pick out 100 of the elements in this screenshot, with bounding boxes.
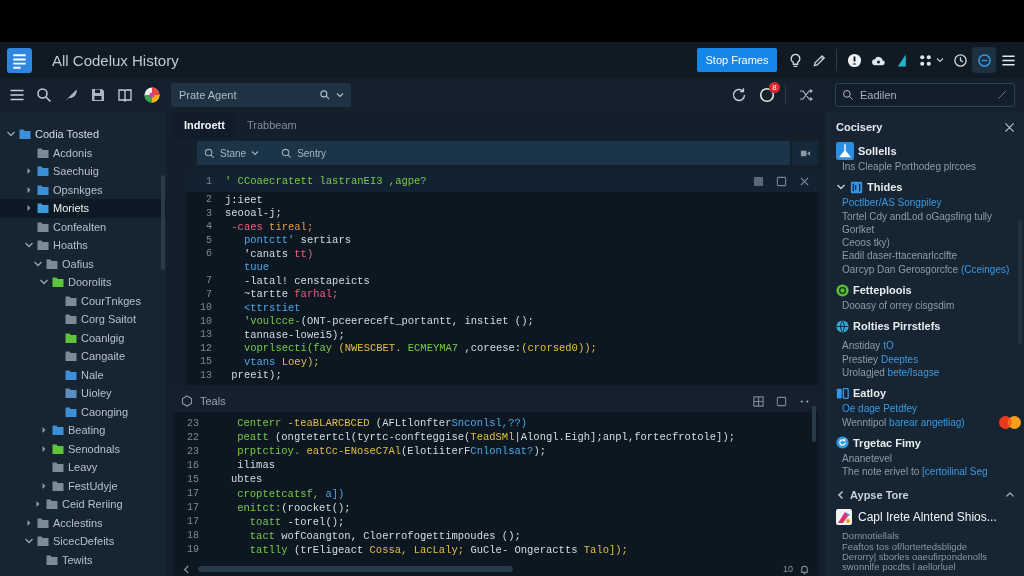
book-icon[interactable] [117, 87, 133, 103]
panel-toggle-button[interactable] [792, 141, 818, 165]
line-number: 3 [205, 207, 212, 219]
search-icon [204, 147, 215, 159]
query-chip[interactable]: Sentry [281, 147, 327, 159]
line-number: 6 [205, 248, 212, 260]
description-text: Gorlket [842, 222, 875, 237]
line-number: 16 [186, 459, 199, 471]
maximize-icon[interactable] [776, 175, 787, 187]
tree-item[interactable]: Hoaths [0, 236, 166, 255]
line-number: 5 [205, 234, 212, 246]
link[interactable]: Oe dage Petdfey [842, 402, 918, 416]
link[interactable]: Poctlber/AS Songpiley [842, 196, 942, 210]
tree-item[interactable]: Confealten [0, 217, 166, 236]
code-line: ~tartte farhal; [242, 288, 339, 301]
description-text: Anstiday tO [842, 339, 894, 353]
tree-item[interactable]: Tewits [0, 550, 166, 569]
line-number: 23 [186, 445, 199, 457]
link[interactable]: bete/Isagse [887, 366, 940, 378]
editor-tab[interactable]: Indroett [173, 112, 236, 138]
save-icon[interactable] [90, 87, 106, 103]
link[interactable]: barear angetliag) [889, 416, 965, 428]
position-text: 10 [783, 564, 793, 574]
tree-item[interactable]: Doorolits [0, 273, 166, 292]
code-line: seooal-j; [225, 207, 282, 220]
clock-icon [952, 52, 968, 68]
chevron-left-icon[interactable] [181, 563, 192, 575]
tree-item[interactable]: CourTnkges [0, 291, 166, 310]
code-line: vtans Loey); [242, 355, 320, 368]
tree-item[interactable]: Senodnals [0, 439, 166, 458]
card-title: Sollells [858, 145, 897, 157]
close-icon[interactable] [799, 175, 810, 187]
code-line: toatt -torel(); [248, 515, 345, 528]
refresh-icon[interactable] [731, 87, 747, 103]
line-number: 7 [205, 288, 212, 300]
close-icon[interactable] [1004, 121, 1015, 133]
tree-item[interactable]: Oafius [0, 254, 166, 273]
app-icon [836, 509, 852, 526]
menu-icon[interactable] [9, 87, 25, 103]
search-icon[interactable] [36, 87, 52, 103]
line-number: 15 [199, 356, 212, 368]
card-title: Thides [867, 181, 903, 194]
description-text: Ins Cleaple Porthodeg plrcoes [842, 160, 976, 174]
scrollbar-thumb[interactable] [198, 566, 513, 572]
action-button[interactable]: Stop Frames [697, 48, 777, 72]
link[interactable]: [certoilinal Seg [922, 466, 988, 478]
code-line: Centerr -teaBLARCBCED (AFLtlonfterSnconlsl,??) [236, 417, 528, 430]
description-text: Ceoos tky) [842, 236, 890, 250]
chevron-left-icon[interactable] [836, 490, 846, 501]
tree-item[interactable]: Codia Tosted [0, 125, 166, 144]
line-number: 10 [199, 315, 212, 327]
tree-item[interactable]: FestUdyje [0, 476, 166, 495]
code-line: 'canats tt) [242, 247, 314, 260]
ring-icon[interactable] [759, 87, 775, 103]
tree-item[interactable]: Moriets [0, 199, 166, 218]
line-number: 17 [186, 502, 199, 514]
code-line: 'voulcce-(ONT-pceereceft_portantt, instiet (); [242, 315, 534, 328]
tree-item[interactable]: Acdonis [0, 143, 166, 162]
description-text: Wenntipol barear angetliag) [842, 415, 965, 429]
caret-icon [936, 56, 944, 64]
code-line: -caes tireal; [230, 220, 314, 233]
scrollbar-thumb[interactable] [812, 406, 816, 442]
link[interactable]: Deeptes [880, 353, 919, 365]
tile-icon[interactable] [753, 175, 764, 187]
tree-item[interactable]: Uioley [0, 384, 166, 403]
line-number: 22 [186, 431, 199, 443]
description-text: Dooasy of orrey cisgsdim [842, 299, 955, 313]
tree-item[interactable]: Nale [0, 365, 166, 384]
grid-icon[interactable] [753, 395, 764, 407]
code-line: enitct:(roocket(); [236, 501, 351, 514]
shuffle-icon[interactable] [798, 87, 814, 103]
bell-icon[interactable] [799, 563, 810, 575]
code-line: croptetcatsf, a]) [236, 487, 345, 500]
tree-item[interactable]: Acclestins [0, 513, 166, 532]
tree-item[interactable]: Ceid Reriing [0, 495, 166, 514]
tree-item[interactable]: Beating [0, 421, 166, 440]
tree-item[interactable]: Opsnkges [0, 180, 166, 199]
tree-item[interactable]: Cangaite [0, 347, 166, 366]
code-line: tact wofCoangton, Cloerrofogettimpoudes (); [248, 529, 521, 542]
tree-item[interactable]: Leavy [0, 458, 166, 477]
scope-dropdown[interactable]: Stane [204, 147, 260, 159]
tree-item[interactable]: Coanlgig [0, 328, 166, 347]
code-line: preeit); [230, 369, 282, 382]
code-line: tuue [242, 261, 270, 274]
tree-item[interactable]: Caonging [0, 402, 166, 421]
editor-tab[interactable]: Trabbeam [235, 112, 308, 138]
tree-item[interactable]: Saechuig [0, 162, 166, 181]
tree-item[interactable]: SicecDefeits [0, 532, 166, 551]
search-field[interactable]: Prate Agent [171, 83, 351, 107]
code-line: -latal! censtapeicts [242, 274, 370, 287]
maximize-icon[interactable] [776, 395, 787, 407]
color-wheel-icon[interactable] [144, 87, 160, 103]
description-text: Tortel Cdy andLod oGagsfing tully [842, 209, 993, 223]
tree-item[interactable]: Corg Saitot [0, 310, 166, 329]
link[interactable]: tO [883, 340, 894, 352]
search-field[interactable]: Eadilen [835, 83, 1015, 107]
code-line: ubtes [229, 473, 263, 486]
link[interactable]: (Cceinges) [960, 263, 1010, 275]
code-line: pontctt' sertiars [242, 234, 352, 247]
line-number: 10 [199, 302, 212, 314]
